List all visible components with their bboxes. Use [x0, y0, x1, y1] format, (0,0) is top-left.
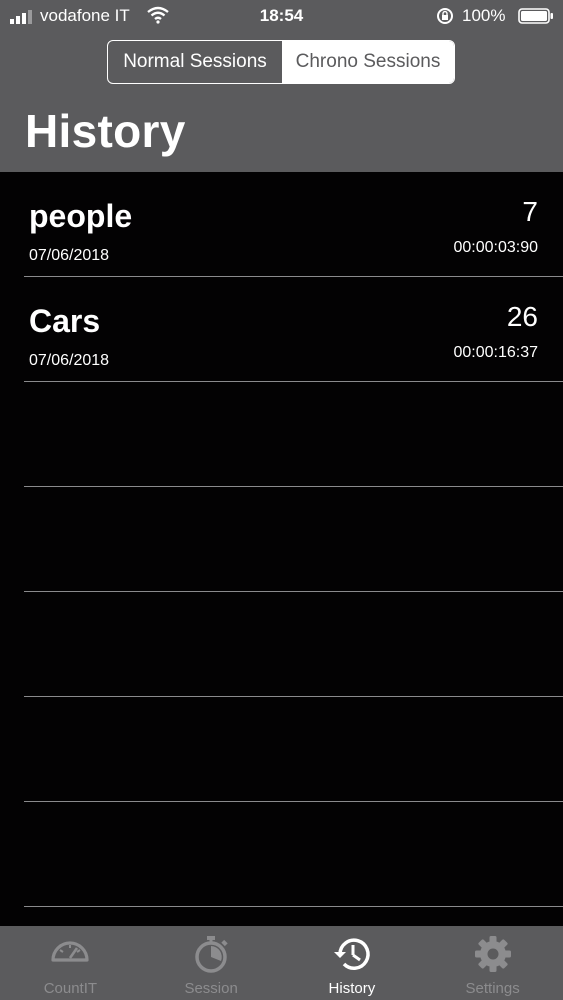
tab-countit[interactable]: CountIT — [0, 926, 141, 1000]
empty-row — [0, 382, 563, 487]
tab-session[interactable]: Session — [141, 926, 282, 1000]
segment-chrono-sessions[interactable]: Chrono Sessions — [282, 41, 454, 83]
header-area: vodafone IT 18:54 100% Normal Sessions C… — [0, 0, 563, 172]
tab-label: CountIT — [43, 980, 98, 997]
session-date: 07/06/2018 — [29, 247, 110, 264]
tab-label: History — [328, 980, 376, 997]
empty-row — [0, 802, 563, 907]
session-count: 7 — [522, 196, 538, 227]
tab-label: Session — [184, 980, 238, 997]
status-bar: vodafone IT 18:54 100% — [0, 0, 563, 32]
session-name: people — [29, 198, 133, 234]
session-name: Cars — [29, 303, 101, 339]
rotation-lock-icon — [437, 8, 453, 24]
tab-bar: CountIT Session History Settings — [0, 926, 563, 1000]
tab-label: Settings — [465, 980, 520, 997]
session-count: 26 — [506, 301, 538, 332]
gear-icon — [474, 936, 511, 972]
list-item[interactable]: people 07/06/2018 7 00:00:03:90 — [0, 172, 563, 277]
history-icon — [333, 938, 370, 970]
segment-normal-sessions[interactable]: Normal Sessions — [108, 41, 282, 83]
tab-settings[interactable]: Settings — [422, 926, 563, 1000]
gauge-icon — [51, 941, 89, 962]
stopwatch-icon — [195, 936, 228, 973]
session-duration: 00:00:03:90 — [453, 239, 538, 256]
battery-icon — [518, 8, 553, 24]
session-history-list: people 07/06/2018 7 00:00:03:90 Cars 07/… — [0, 172, 563, 907]
empty-row — [0, 487, 563, 592]
page-title: History — [25, 105, 186, 157]
session-type-segmented-control: Normal Sessions Chrono Sessions — [107, 40, 455, 84]
tab-history[interactable]: History — [282, 926, 423, 1000]
empty-row — [0, 592, 563, 697]
row-separator — [24, 906, 563, 907]
empty-row — [0, 697, 563, 802]
battery-percentage: 100% — [462, 6, 506, 25]
session-date: 07/06/2018 — [29, 352, 110, 369]
session-duration: 00:00:16:37 — [453, 344, 538, 361]
list-item[interactable]: Cars 07/06/2018 26 00:00:16:37 — [0, 277, 563, 382]
